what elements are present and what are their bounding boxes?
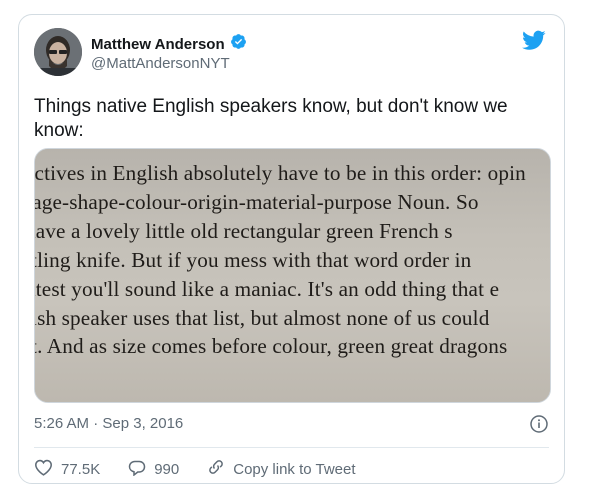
heart-icon bbox=[34, 459, 53, 480]
author-handle[interactable]: @MattAndersonNYT bbox=[91, 55, 230, 72]
author-avatar[interactable] bbox=[34, 28, 82, 76]
like-count: 77.5K bbox=[61, 460, 101, 478]
author-name[interactable]: Matthew Anderson bbox=[91, 36, 225, 53]
book-line: t. bbox=[35, 361, 526, 390]
copy-link-button[interactable]: Copy link to Tweet bbox=[207, 458, 356, 480]
reply-button[interactable]: 990 bbox=[128, 459, 179, 480]
reply-count: 990 bbox=[154, 460, 180, 478]
book-line: -age-shape-colour-origin-material-purpos… bbox=[34, 189, 479, 214]
tweet-text: Things native English speakers know, but… bbox=[34, 96, 508, 141]
book-line: have a lovely little old rectangular gre… bbox=[34, 218, 453, 243]
book-line: lish speaker uses that list, but almost … bbox=[34, 305, 490, 330]
book-text: ectives in English absolutely have to be… bbox=[34, 159, 526, 390]
book-line: ectives in English absolutely have to be… bbox=[34, 161, 526, 185]
like-button[interactable]: 77.5K bbox=[34, 459, 100, 480]
book-line: ttling knife. But if you mess with that … bbox=[34, 247, 472, 272]
copy-link-label: Copy link to Tweet bbox=[233, 460, 356, 478]
tweet-actions: 77.5K 990 Copy link to Tweet bbox=[34, 458, 356, 480]
tweet-card[interactable]: Matthew Anderson @MattAndersonNYT Things… bbox=[18, 14, 565, 484]
book-line: htest you'll sound like a maniac. It's a… bbox=[34, 276, 500, 301]
tweet-timestamp[interactable]: 5:26 AM · Sep 3, 2016 bbox=[34, 415, 183, 432]
verified-badge-icon bbox=[230, 33, 247, 55]
link-icon bbox=[207, 458, 225, 480]
info-icon[interactable] bbox=[530, 415, 548, 433]
speech-bubble-icon bbox=[128, 459, 146, 480]
book-page-photo: ectives in English absolutely have to be… bbox=[35, 149, 550, 402]
divider bbox=[34, 447, 549, 448]
tweet-photo[interactable]: ectives in English absolutely have to be… bbox=[34, 148, 551, 403]
twitter-bird-icon[interactable] bbox=[522, 30, 546, 56]
book-line: it. And as size comes before colour, gre… bbox=[34, 334, 508, 359]
